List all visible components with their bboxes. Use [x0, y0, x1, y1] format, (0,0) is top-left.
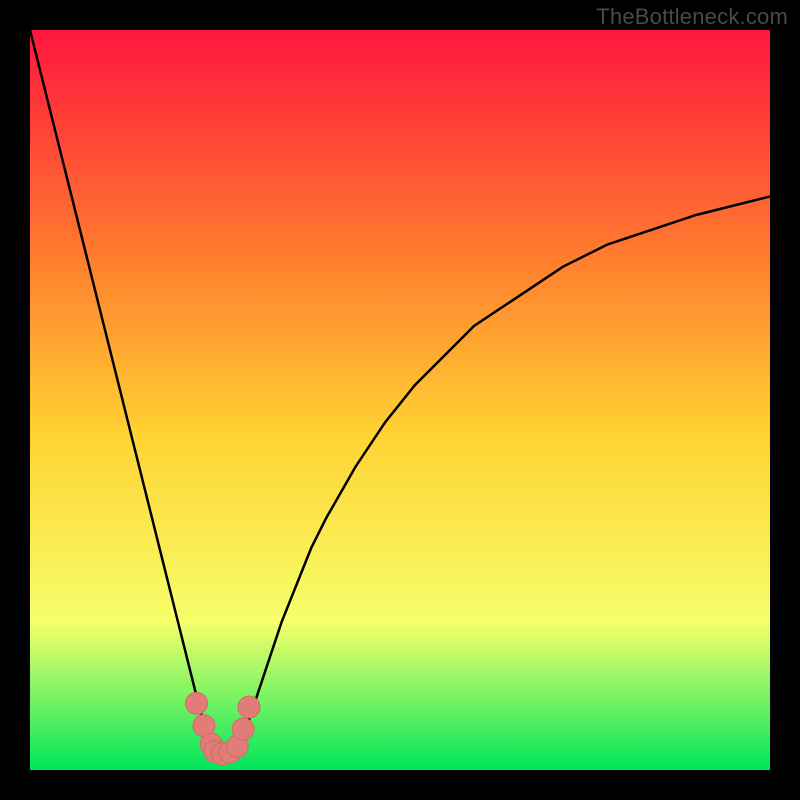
marker-point	[186, 692, 208, 714]
marker-point	[238, 696, 260, 718]
chart-frame: TheBottleneck.com	[0, 0, 800, 800]
plot-area	[30, 30, 770, 770]
watermark-text: TheBottleneck.com	[596, 4, 788, 30]
plot-svg	[30, 30, 770, 770]
gradient-background	[30, 30, 770, 770]
marker-point	[232, 718, 254, 740]
